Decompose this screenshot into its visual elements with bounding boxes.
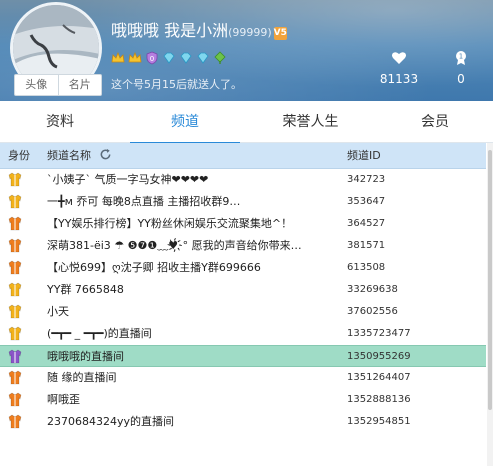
header-role: 身份 <box>8 149 30 162</box>
diamond-badge-icon[interactable] <box>179 51 193 65</box>
orange-vest-icon <box>8 370 22 385</box>
badge-row: 0 <box>111 51 227 65</box>
channel-name: 2370684324yy的直播间 <box>47 415 175 428</box>
channel-id: 1350955269 <box>347 351 411 362</box>
table-row[interactable]: 【心悦699】ღ沈子卿 招收主播Y群699666 613508 <box>0 257 486 279</box>
tab-membership-label: 会员 <box>421 114 449 130</box>
orange-vest-icon <box>8 260 22 275</box>
channel-table-body: `小姨子` 气质一字马女神❤❤❤❤ 342723 一╋м 乔可 每晚8点直播 主播招… <box>0 169 486 433</box>
channel-table-header: 身份 频道名称 频道ID <box>0 143 486 169</box>
svg-text:0: 0 <box>150 55 154 63</box>
table-row[interactable]: 深萌381-ёі3 ☂ ❺❼❶﹏♥҉° 愿我的声音给你带来… 381571 <box>0 235 486 257</box>
table-row[interactable]: YY群 7665848 33269638 <box>0 279 486 301</box>
channel-name: YY群 7665848 <box>47 283 124 296</box>
diamond-badge-icon[interactable] <box>196 51 210 65</box>
header-channel-name-label: 频道名称 <box>47 149 91 162</box>
channel-name: 一╋м 乔可 每晚8点直播 主播招收群9… <box>47 195 241 208</box>
channel-id: 1351264407 <box>347 372 411 383</box>
diamond-badge-icon[interactable] <box>162 51 176 65</box>
header-channel-name: 频道名称 <box>47 143 112 169</box>
leaf-badge-icon[interactable] <box>213 51 227 65</box>
channel-name: 哦哦哦的直播间 <box>47 350 124 363</box>
channel-name: `小姨子` 气质一字马女神❤❤❤❤ <box>47 173 209 186</box>
yellow-vest-icon <box>8 282 22 297</box>
channel-name: 啊哦歪 <box>47 393 80 406</box>
svg-text:1: 1 <box>459 53 463 61</box>
table-row[interactable]: 随 缘的直播间 1351264407 <box>0 367 486 389</box>
table-row[interactable]: `小姨子` 气质一字马女神❤❤❤❤ 342723 <box>0 169 486 191</box>
channel-name: 随 缘的直播间 <box>47 371 117 384</box>
orange-vest-icon <box>8 238 22 253</box>
awards-count: 0 <box>457 72 465 86</box>
orange-vest-icon <box>8 414 22 429</box>
vip-level-badge: V5 <box>273 27 287 40</box>
heart-icon <box>392 52 406 64</box>
yellow-vest-icon <box>8 326 22 341</box>
refresh-icon[interactable] <box>99 148 112 161</box>
table-row[interactable]: (━┳━ _ ━┳━)的直播间 1335723477 <box>0 323 486 345</box>
scrollbar-thumb[interactable] <box>488 150 492 410</box>
orange-vest-icon <box>8 216 22 231</box>
likes-stat[interactable]: 81133 <box>379 50 419 86</box>
header-channel-id: 频道ID <box>347 149 381 162</box>
user-id: (99999) <box>228 26 272 39</box>
username-text: 哦哦哦 我是小洲 <box>111 21 229 40</box>
likes-count: 81133 <box>379 72 419 86</box>
crown-badge-icon[interactable] <box>111 51 125 65</box>
crown-badge-icon[interactable] <box>128 51 142 65</box>
tab-info-label: 资料 <box>46 114 74 130</box>
channel-id: 1352954851 <box>347 416 411 427</box>
channel-id: 364527 <box>347 218 386 229</box>
channel-id: 1335723477 <box>347 328 411 339</box>
yellow-vest-icon <box>8 172 22 187</box>
profile-motto: 这个号5月15后就送人了。 <box>111 78 242 91</box>
yellow-vest-icon <box>8 304 22 319</box>
shield-badge-icon[interactable]: 0 <box>145 51 159 65</box>
channel-id: 33269638 <box>347 284 398 295</box>
orange-vest-icon <box>8 392 22 407</box>
table-row[interactable]: 啊哦歪 1352888136 <box>0 389 486 411</box>
medal-icon: 1 <box>456 51 466 65</box>
username: 哦哦哦 我是小洲(99999) V5 <box>111 17 287 41</box>
channel-name: (━┳━ _ ━┳━)的直播间 <box>47 327 152 340</box>
table-row[interactable]: 2370684324yy的直播间 1352954851 <box>0 411 486 433</box>
tab-membership[interactable]: 会员 <box>385 101 485 143</box>
channel-id: 381571 <box>347 240 386 251</box>
profile-header: 头像 名片 哦哦哦 我是小洲(99999) V5 0 这个号5月15后就送人了。 … <box>0 0 493 101</box>
avatar-tabs: 头像 名片 <box>14 74 102 96</box>
tab-honors[interactable]: 荣誉人生 <box>258 101 363 143</box>
tab-channels-label: 频道 <box>171 114 199 130</box>
profile-tabs: 资料 频道 荣誉人生 会员 <box>0 101 493 144</box>
channel-name: 深萌381-ёі3 ☂ ❺❼❶﹏♥҉° 愿我的声音给你带来… <box>47 239 302 252</box>
channel-id: 353647 <box>347 196 386 207</box>
channel-name: 小天 <box>47 305 69 318</box>
channel-name: 【YY娱乐排行榜】YY粉丝休闲娱乐交流聚集地^！ <box>47 217 293 230</box>
channel-id: 37602556 <box>347 306 398 317</box>
avatar-tab-card[interactable]: 名片 <box>59 75 102 95</box>
yellow-vest-icon <box>8 194 22 209</box>
channel-id: 1352888136 <box>347 394 411 405</box>
tab-honors-label: 荣誉人生 <box>282 114 339 130</box>
channel-name: 【心悦699】ღ沈子卿 招收主播Y群699666 <box>47 261 261 274</box>
purple-vest-icon <box>8 349 22 364</box>
table-row[interactable]: 【YY娱乐排行榜】YY粉丝休闲娱乐交流聚集地^！ 364527 <box>0 213 486 235</box>
channel-id: 613508 <box>347 262 386 273</box>
table-row[interactable]: 哦哦哦的直播间 1350955269 <box>0 345 486 367</box>
avatar-tab-photo[interactable]: 头像 <box>15 75 59 95</box>
channel-id: 342723 <box>347 174 386 185</box>
awards-stat[interactable]: 1 0 <box>441 50 481 86</box>
tab-info[interactable]: 资料 <box>10 101 110 143</box>
table-row[interactable]: 一╋м 乔可 每晚8点直播 主播招收群9… 353647 <box>0 191 486 213</box>
tab-channels[interactable]: 频道 <box>130 101 240 144</box>
table-row[interactable]: 小天 37602556 <box>0 301 486 323</box>
